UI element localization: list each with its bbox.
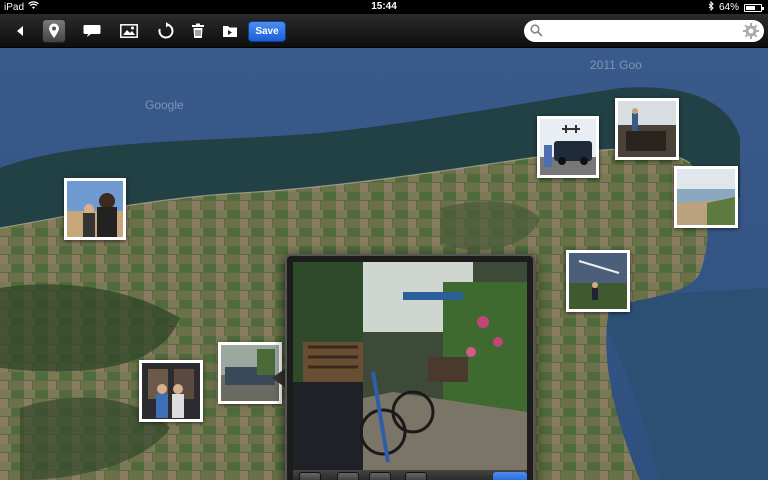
photo-pin[interactable] bbox=[537, 116, 599, 178]
done-button[interactable] bbox=[493, 472, 527, 480]
map-copyright: 2011 Goo bbox=[590, 58, 642, 72]
photo-pin[interactable] bbox=[64, 178, 126, 240]
photo-thumbnail bbox=[221, 345, 279, 401]
search-input[interactable] bbox=[548, 23, 734, 39]
toolbar: Save bbox=[0, 14, 768, 48]
clock: 15:44 bbox=[371, 1, 397, 12]
photo-popover bbox=[285, 254, 535, 480]
photo-thumbnail bbox=[67, 181, 123, 237]
folder-icon[interactable] bbox=[218, 19, 242, 43]
popover-toolbar bbox=[293, 470, 527, 480]
photo-thumbnail bbox=[618, 101, 676, 157]
photo-pin[interactable] bbox=[674, 166, 738, 228]
popover-arrow bbox=[272, 368, 286, 388]
search-bar[interactable] bbox=[524, 20, 764, 42]
trash-icon[interactable] bbox=[186, 19, 210, 43]
photo-thumbnail bbox=[142, 363, 200, 419]
map-attribution: Google bbox=[145, 98, 184, 112]
photo-icon[interactable] bbox=[369, 472, 391, 480]
photo-pin[interactable] bbox=[615, 98, 679, 160]
battery-icon bbox=[744, 3, 764, 12]
photo-pin[interactable] bbox=[139, 360, 203, 422]
selected-photo[interactable] bbox=[293, 262, 527, 470]
bluetooth-icon bbox=[708, 0, 714, 14]
photo-pin[interactable] bbox=[566, 250, 630, 312]
speech-bubble-icon[interactable] bbox=[80, 19, 104, 43]
location-pin-icon[interactable] bbox=[42, 19, 66, 43]
expand-icon[interactable] bbox=[405, 472, 427, 480]
rotate-icon[interactable] bbox=[154, 19, 178, 43]
save-button[interactable]: Save bbox=[248, 21, 286, 42]
search-icon bbox=[530, 24, 543, 42]
status-bar: iPad 15:44 64% bbox=[0, 0, 768, 14]
close-icon[interactable] bbox=[299, 472, 321, 480]
photo-icon[interactable] bbox=[117, 19, 141, 43]
battery-percent: 64% bbox=[718, 2, 739, 13]
photo-thumbnail bbox=[540, 119, 596, 175]
trash-icon[interactable] bbox=[337, 472, 359, 480]
gear-icon[interactable] bbox=[742, 22, 760, 45]
photo-thumbnail bbox=[569, 253, 627, 309]
back-arrow-icon[interactable] bbox=[8, 19, 32, 43]
photo-thumbnail bbox=[677, 169, 735, 225]
